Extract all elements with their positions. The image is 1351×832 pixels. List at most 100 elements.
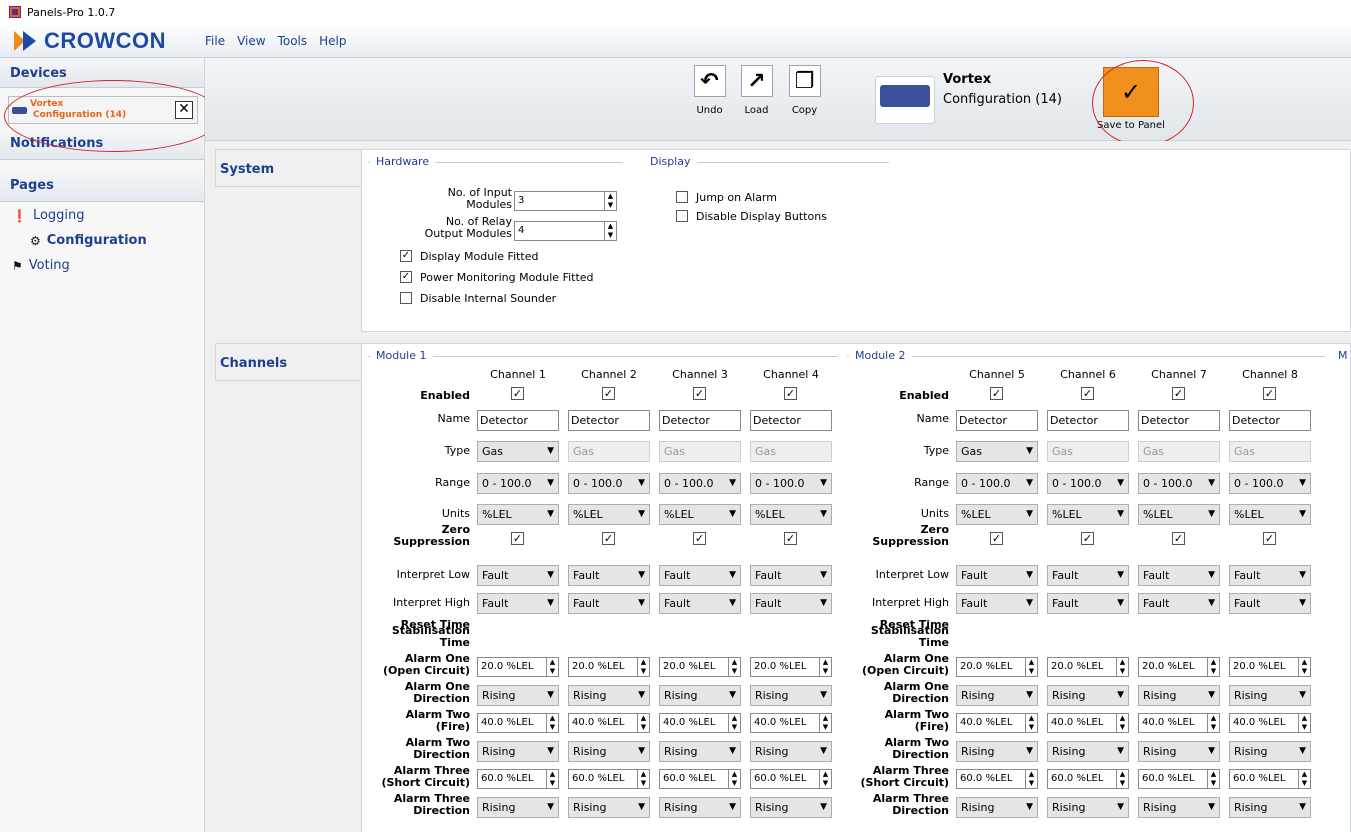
power-fitted-checkbox[interactable]: ✓: [400, 271, 412, 283]
channel-units-select[interactable]: %LEL ▼: [1047, 504, 1129, 525]
channel-enabled-checkbox[interactable]: ✓: [602, 387, 615, 400]
alarm-one-direction-select[interactable]: Rising ▼: [659, 685, 741, 706]
alarm-one-stepper[interactable]: 20.0 %LEL ▲ ▼: [568, 657, 650, 677]
alarm-one-stepper[interactable]: 20.0 %LEL ▲ ▼: [1229, 657, 1311, 677]
channel-name-input[interactable]: Detector: [1047, 410, 1129, 431]
alarm-two-direction-select[interactable]: Rising ▼: [1229, 741, 1311, 762]
stepper-arrows-icon[interactable]: ▲ ▼: [1207, 770, 1219, 788]
interpret-high-select[interactable]: Fault ▼: [568, 593, 650, 614]
display-fitted-checkbox[interactable]: ✓: [400, 250, 412, 262]
stepper-arrows-icon[interactable]: ▲ ▼: [637, 714, 649, 732]
undo-button[interactable]: ↶ Undo: [688, 65, 731, 116]
interpret-low-select[interactable]: Fault ▼: [1047, 565, 1129, 586]
alarm-three-stepper[interactable]: 60.0 %LEL ▲ ▼: [956, 769, 1038, 789]
stepper-arrows-icon[interactable]: ▲ ▼: [728, 714, 740, 732]
channel-type-select[interactable]: Gas ▼: [956, 441, 1038, 462]
alarm-one-stepper[interactable]: 20.0 %LEL ▲ ▼: [956, 657, 1038, 677]
alarm-three-direction-select[interactable]: Rising ▼: [750, 797, 832, 818]
alarm-three-stepper[interactable]: 60.0 %LEL ▲ ▼: [1047, 769, 1129, 789]
menu-view[interactable]: View: [237, 34, 265, 48]
interpret-low-select[interactable]: Fault ▼: [568, 565, 650, 586]
stepper-arrows-icon[interactable]: ▲ ▼: [1025, 658, 1037, 676]
stepper-arrows-icon[interactable]: ▲ ▼: [1207, 658, 1219, 676]
stepper-arrows-icon[interactable]: ▲ ▼: [1116, 714, 1128, 732]
alarm-two-direction-select[interactable]: Rising ▼: [659, 741, 741, 762]
channel-enabled-checkbox[interactable]: ✓: [1081, 387, 1094, 400]
interpret-high-select[interactable]: Fault ▼: [659, 593, 741, 614]
disable-sounder-checkbox[interactable]: [400, 292, 412, 304]
alarm-three-direction-select[interactable]: Rising ▼: [568, 797, 650, 818]
channel-enabled-checkbox[interactable]: ✓: [1263, 387, 1276, 400]
zero-suppression-checkbox[interactable]: ✓: [602, 532, 615, 545]
alarm-three-stepper[interactable]: 60.0 %LEL ▲ ▼: [750, 769, 832, 789]
menu-tools[interactable]: Tools: [278, 34, 308, 48]
sidebar-item-logging[interactable]: ❗ Logging: [12, 208, 85, 223]
alarm-one-direction-select[interactable]: Rising ▼: [1229, 685, 1311, 706]
alarm-two-direction-select[interactable]: Rising ▼: [477, 741, 559, 762]
stepper-arrows-icon[interactable]: ▲ ▼: [1116, 658, 1128, 676]
alarm-two-stepper[interactable]: 40.0 %LEL ▲ ▼: [1047, 713, 1129, 733]
alarm-two-direction-select[interactable]: Rising ▼: [750, 741, 832, 762]
channel-range-select[interactable]: 0 - 100.0 ▼: [568, 473, 650, 494]
channel-units-select[interactable]: %LEL ▼: [1138, 504, 1220, 525]
alarm-one-direction-select[interactable]: Rising ▼: [568, 685, 650, 706]
jump-alarm-checkbox[interactable]: [676, 191, 688, 203]
channel-name-input[interactable]: Detector: [659, 410, 741, 431]
input-modules-stepper[interactable]: 3 ▲ ▼: [514, 191, 617, 211]
alarm-two-direction-select[interactable]: Rising ▼: [568, 741, 650, 762]
channel-range-select[interactable]: 0 - 100.0 ▼: [1229, 473, 1311, 494]
menu-file[interactable]: File: [205, 34, 225, 48]
stepper-arrows-icon[interactable]: ▲ ▼: [637, 770, 649, 788]
section-system[interactable]: System: [215, 149, 361, 187]
alarm-two-stepper[interactable]: 40.0 %LEL ▲ ▼: [568, 713, 650, 733]
alarm-three-direction-select[interactable]: Rising ▼: [659, 797, 741, 818]
channel-range-select[interactable]: 0 - 100.0 ▼: [1047, 473, 1129, 494]
channel-units-select[interactable]: %LEL ▼: [956, 504, 1038, 525]
channel-range-select[interactable]: 0 - 100.0 ▼: [1138, 473, 1220, 494]
alarm-one-direction-select[interactable]: Rising ▼: [956, 685, 1038, 706]
alarm-one-direction-select[interactable]: Rising ▼: [1138, 685, 1220, 706]
interpret-low-select[interactable]: Fault ▼: [477, 565, 559, 586]
interpret-high-select[interactable]: Fault ▼: [750, 593, 832, 614]
interpret-high-select[interactable]: Fault ▼: [1229, 593, 1311, 614]
channel-name-input[interactable]: Detector: [477, 410, 559, 431]
stepper-arrows-icon[interactable]: ▲ ▼: [1298, 658, 1310, 676]
channel-units-select[interactable]: %LEL ▼: [477, 504, 559, 525]
load-button[interactable]: ↗ Load: [735, 65, 778, 116]
stepper-arrows-icon[interactable]: ▲ ▼: [819, 658, 831, 676]
disable-buttons-checkbox[interactable]: [676, 210, 688, 222]
alarm-two-direction-select[interactable]: Rising ▼: [1047, 741, 1129, 762]
interpret-low-select[interactable]: Fault ▼: [750, 565, 832, 586]
channel-enabled-checkbox[interactable]: ✓: [990, 387, 1003, 400]
channel-enabled-checkbox[interactable]: ✓: [693, 387, 706, 400]
zero-suppression-checkbox[interactable]: ✓: [1081, 532, 1094, 545]
stepper-arrows-icon[interactable]: ▲ ▼: [1298, 714, 1310, 732]
stepper-arrows-icon[interactable]: ▲ ▼: [546, 714, 558, 732]
stepper-arrows-icon[interactable]: ▲ ▼: [1298, 770, 1310, 788]
interpret-low-select[interactable]: Fault ▼: [1229, 565, 1311, 586]
alarm-three-direction-select[interactable]: Rising ▼: [1138, 797, 1220, 818]
channel-range-select[interactable]: 0 - 100.0 ▼: [477, 473, 559, 494]
alarm-two-stepper[interactable]: 40.0 %LEL ▲ ▼: [956, 713, 1038, 733]
stepper-arrows-icon[interactable]: ▲ ▼: [1207, 714, 1219, 732]
alarm-one-direction-select[interactable]: Rising ▼: [1047, 685, 1129, 706]
interpret-low-select[interactable]: Fault ▼: [956, 565, 1038, 586]
alarm-one-direction-select[interactable]: Rising ▼: [750, 685, 832, 706]
zero-suppression-checkbox[interactable]: ✓: [990, 532, 1003, 545]
stepper-arrows-icon[interactable]: ▲ ▼: [819, 770, 831, 788]
stepper-arrows-icon[interactable]: ▲ ▼: [728, 658, 740, 676]
section-channels[interactable]: Channels: [215, 343, 361, 381]
alarm-two-direction-select[interactable]: Rising ▼: [1138, 741, 1220, 762]
zero-suppression-checkbox[interactable]: ✓: [1172, 532, 1185, 545]
alarm-one-stepper[interactable]: 20.0 %LEL ▲ ▼: [750, 657, 832, 677]
channel-name-input[interactable]: Detector: [568, 410, 650, 431]
alarm-three-stepper[interactable]: 60.0 %LEL ▲ ▼: [659, 769, 741, 789]
channel-range-select[interactable]: 0 - 100.0 ▼: [659, 473, 741, 494]
alarm-three-stepper[interactable]: 60.0 %LEL ▲ ▼: [568, 769, 650, 789]
zero-suppression-checkbox[interactable]: ✓: [511, 532, 524, 545]
channel-enabled-checkbox[interactable]: ✓: [1172, 387, 1185, 400]
alarm-three-stepper[interactable]: 60.0 %LEL ▲ ▼: [1138, 769, 1220, 789]
interpret-high-select[interactable]: Fault ▼: [1047, 593, 1129, 614]
stepper-arrows-icon[interactable]: ▲ ▼: [546, 770, 558, 788]
alarm-two-stepper[interactable]: 40.0 %LEL ▲ ▼: [1138, 713, 1220, 733]
